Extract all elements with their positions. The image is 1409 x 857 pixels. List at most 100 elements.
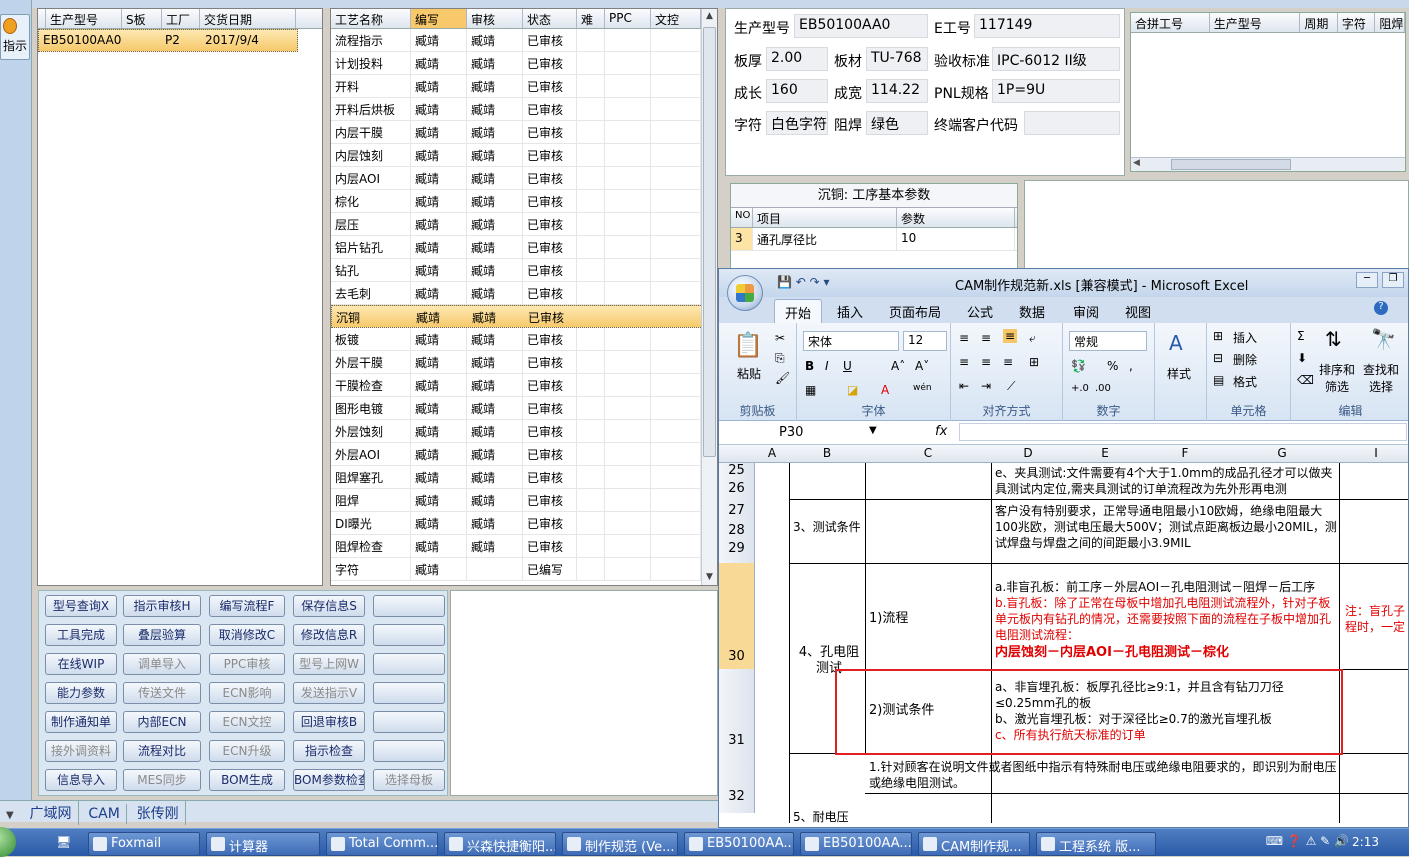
- action-button[interactable]: PPC审核: [209, 653, 285, 675]
- grow-font-icon[interactable]: A˄: [891, 359, 905, 373]
- hscroll-thumb[interactable]: [1171, 159, 1291, 170]
- col-author[interactable]: 编写: [411, 9, 467, 28]
- table-row[interactable]: 内层AOI 臧靖 臧靖 已审核: [331, 167, 717, 190]
- action-button[interactable]: BOM参数检查: [293, 769, 365, 791]
- orientation-icon[interactable]: ⟋: [1007, 379, 1015, 394]
- action-button[interactable]: 叠层验算: [123, 624, 201, 646]
- action-button[interactable]: 调单导入: [123, 653, 201, 675]
- tab-cam[interactable]: CAM: [82, 804, 127, 824]
- align-center-icon[interactable]: ≡: [981, 355, 991, 369]
- table-row[interactable]: 沉铜 臧靖 臧靖 已审核: [331, 305, 717, 328]
- row-header[interactable]: 30: [719, 563, 755, 669]
- col-f[interactable]: F: [1145, 446, 1225, 460]
- table-row[interactable]: 内层蚀刻 臧靖 臧靖 已审核: [331, 144, 717, 167]
- col-merge-char[interactable]: 字符: [1338, 13, 1376, 32]
- table-row[interactable]: 棕化 臧靖 臧靖 已审核: [331, 190, 717, 213]
- taskbar-item[interactable]: Total Comm...: [326, 832, 438, 856]
- show-desktop-icon[interactable]: 🖥: [56, 835, 71, 849]
- action-button[interactable]: 发送指示V: [293, 682, 365, 704]
- merge-hscrollbar[interactable]: ◀: [1131, 157, 1405, 171]
- table-row[interactable]: 开料后烘板 臧靖 臧靖 已审核: [331, 98, 717, 121]
- format-icon[interactable]: ▤: [1213, 373, 1224, 387]
- col-merge-model[interactable]: 生产型号: [1210, 13, 1301, 32]
- table-row[interactable]: 阻焊检查 臧靖 臧靖 已审核: [331, 535, 717, 558]
- action-button[interactable]: 编写流程F: [209, 595, 285, 617]
- action-button[interactable]: 制作通知单: [45, 711, 117, 733]
- action-button[interactable]: ECN升级: [209, 740, 285, 762]
- cell-d30a[interactable]: a.非盲孔板：前工序－外层AOI－孔电阻测试－阻焊－后工序: [995, 579, 1339, 595]
- col-reviewer[interactable]: 审核: [467, 9, 523, 28]
- col-e[interactable]: E: [1065, 446, 1145, 460]
- col-doc-control[interactable]: 文控: [651, 9, 701, 28]
- pnl-field[interactable]: 1P=9U: [992, 79, 1120, 103]
- col-i[interactable]: I: [1343, 446, 1408, 460]
- action-button[interactable]: MES同步: [123, 769, 201, 791]
- formula-input[interactable]: [959, 423, 1407, 441]
- mask-field[interactable]: 绿色: [866, 111, 928, 135]
- sheet-area[interactable]: 25 26 27 28 29 30 31 32 e、夹具测试:文件需要有4个大于…: [719, 463, 1408, 827]
- action-button[interactable]: ECN影响: [209, 682, 285, 704]
- sort-filter-button[interactable]: 排序和筛选: [1317, 361, 1357, 395]
- tab-view[interactable]: 视图: [1125, 302, 1151, 321]
- minimize-icon[interactable]: ─: [1356, 272, 1378, 288]
- action-button[interactable]: 保存信息S: [293, 595, 365, 617]
- empty-button[interactable]: [373, 624, 445, 646]
- wrap-text-icon[interactable]: ⤶: [1029, 331, 1036, 346]
- tab-home[interactable]: 开始: [774, 299, 823, 325]
- taskbar-item[interactable]: 工程系统 版...: [1036, 832, 1156, 856]
- tab-insert[interactable]: 插入: [837, 302, 863, 321]
- paste-icon[interactable]: 📋: [733, 331, 763, 359]
- align-bottom-icon[interactable]: ≡: [1003, 329, 1018, 343]
- action-button[interactable]: 指示审核H: [123, 595, 201, 617]
- process-scrollbar[interactable]: ▲ ▼: [701, 9, 717, 585]
- action-button[interactable]: 传送文件: [123, 682, 201, 704]
- shrink-font-icon[interactable]: A˅: [915, 359, 929, 373]
- align-right-icon[interactable]: ≡: [1003, 355, 1013, 369]
- find-select-button[interactable]: 查找和选择: [1361, 361, 1401, 395]
- col-param[interactable]: 参数: [897, 208, 1015, 227]
- empty-button[interactable]: [373, 595, 445, 617]
- scroll-down-icon[interactable]: ▼: [702, 570, 717, 585]
- cell-c32[interactable]: 1.针对顾客在说明文件或者图纸中指示有特殊耐电压或绝缘电阻要求的，即识别为耐电压…: [869, 759, 1339, 793]
- action-button[interactable]: 指示检查: [293, 740, 365, 762]
- autosum-icon[interactable]: Σ: [1297, 329, 1305, 343]
- taskbar-item[interactable]: 制作规范 (Ve...: [562, 832, 678, 856]
- length-field[interactable]: 160: [766, 79, 828, 103]
- taskbar-item[interactable]: EB50100AA...: [800, 832, 912, 856]
- action-button[interactable]: 接外调资料: [45, 740, 117, 762]
- comma-icon[interactable]: ,: [1129, 359, 1133, 373]
- col-sboard[interactable]: S板: [122, 9, 162, 28]
- row-header[interactable]: 28: [719, 523, 755, 541]
- table-row[interactable]: 开料 臧靖 臧靖 已审核: [331, 75, 717, 98]
- italic-icon[interactable]: I: [825, 359, 829, 373]
- tab-data[interactable]: 数据: [1019, 302, 1045, 321]
- font-size-select[interactable]: 12: [903, 331, 947, 351]
- quick-access-icons[interactable]: 💾 ↶ ↷ ▾: [777, 275, 830, 289]
- col-c[interactable]: C: [865, 446, 991, 460]
- col-factory[interactable]: 工厂: [162, 9, 200, 28]
- table-row[interactable]: 阻焊 臧靖 臧靖 已审核: [331, 489, 717, 512]
- cell-b33[interactable]: 5、耐电压: [793, 809, 865, 823]
- table-row[interactable]: 板镀 臧靖 臧靖 已审核: [331, 328, 717, 351]
- col-b[interactable]: B: [789, 446, 865, 460]
- table-row[interactable]: 阻焊塞孔 臧靖 臧靖 已审核: [331, 466, 717, 489]
- format-cells-button[interactable]: 格式: [1233, 373, 1257, 390]
- cut-icon[interactable]: ✂: [775, 331, 785, 345]
- col-d[interactable]: D: [991, 446, 1065, 460]
- action-button[interactable]: BOM生成: [209, 769, 285, 791]
- cell-d27[interactable]: 客户没有特别要求，正常导通电阻最小10欧姆，绝缘电阻最大100兆欧，测试电压最大…: [995, 503, 1339, 561]
- material-field[interactable]: TU-768: [866, 47, 928, 71]
- currency-icon[interactable]: 💱: [1071, 359, 1086, 373]
- number-format-select[interactable]: 常规: [1069, 331, 1147, 351]
- cell-d30b[interactable]: b.盲孔板：除了正常在母板中增加孔电阻测试流程外，针对子板单元板内有钻孔的情况，…: [995, 595, 1339, 643]
- tab-review[interactable]: 审阅: [1073, 302, 1099, 321]
- row-header[interactable]: 27: [719, 499, 755, 523]
- scroll-up-icon[interactable]: ▲: [702, 9, 717, 24]
- col-merge-mask[interactable]: 阻焊: [1375, 13, 1405, 32]
- table-row[interactable]: 外层蚀刻 臧靖 臧靖 已审核: [331, 420, 717, 443]
- name-box[interactable]: P30: [779, 425, 875, 440]
- col-merge-cycle[interactable]: 周期: [1300, 13, 1338, 32]
- delete-icon[interactable]: ⊟: [1213, 351, 1223, 365]
- bold-icon[interactable]: B: [805, 359, 814, 373]
- delete-cells-button[interactable]: 删除: [1233, 351, 1257, 368]
